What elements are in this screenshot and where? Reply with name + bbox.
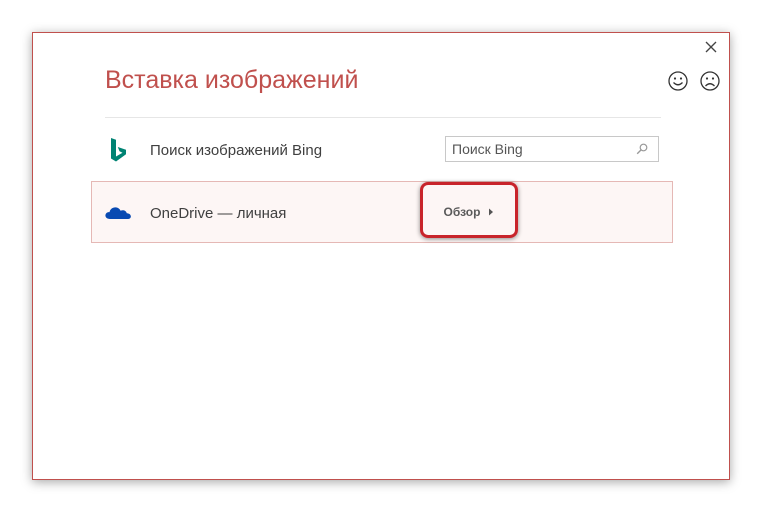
onedrive-cloud-icon (105, 207, 131, 219)
caret-right-icon (489, 208, 494, 216)
bing-logo-icon (111, 138, 126, 162)
page: Вставка изображений Поиск изображений Bi… (0, 0, 764, 514)
insert-pictures-dialog: Вставка изображений Поиск изображений Bi… (32, 32, 730, 480)
onedrive-personal-row[interactable]: OneDrive — личная Обзор (91, 181, 673, 243)
bing-search-box (445, 136, 659, 162)
close-icon[interactable] (702, 38, 720, 56)
bing-search-label: Поиск изображений Bing (150, 142, 323, 159)
title-divider (105, 117, 661, 118)
browse-button[interactable]: Обзор (429, 199, 509, 225)
bing-search-input[interactable] (446, 137, 632, 161)
smiley-face-icon[interactable] (667, 70, 689, 92)
dialog-title: Вставка изображений (105, 66, 359, 94)
browse-label: Обзор (443, 205, 481, 219)
frowny-face-icon[interactable] (699, 70, 721, 92)
search-icon[interactable] (636, 143, 648, 155)
onedrive-label: OneDrive — личная (150, 205, 287, 222)
bing-image-search-row: Поиск изображений Bing (91, 125, 673, 175)
